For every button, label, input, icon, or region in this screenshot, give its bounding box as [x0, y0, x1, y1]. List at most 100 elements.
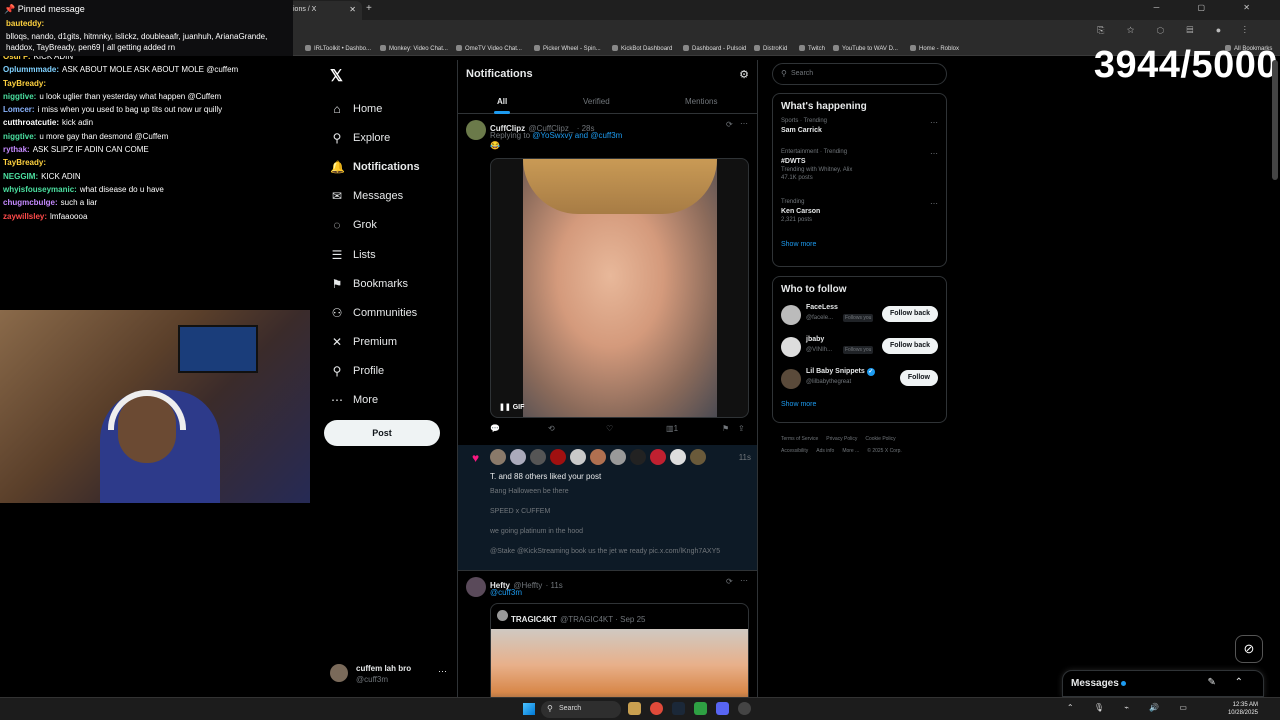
steam-icon[interactable] [672, 702, 685, 715]
avatar[interactable] [466, 577, 486, 597]
bookmark-item[interactable]: IRLToolkit • Dashbo... [305, 45, 371, 52]
avatar[interactable] [610, 449, 626, 465]
bookmark-item[interactable]: Twitch [799, 45, 825, 52]
nav-item-communities[interactable]: ⚇ Communities [330, 298, 420, 327]
grok-icon[interactable]: ⊘ [1235, 635, 1263, 663]
bookmark-item[interactable]: Dashboard - Pulsoid [683, 45, 746, 52]
nav-item-grok[interactable]: ◌ Grok [330, 211, 420, 240]
page-scrollbar[interactable] [1272, 60, 1278, 180]
toolbar-icons[interactable]: ⎘ ☆ ⬡ ▤ ● ⋮ [1097, 25, 1256, 36]
suggestion-name[interactable]: FaceLess [806, 304, 838, 311]
repost-icon[interactable]: ⟳ [726, 120, 733, 129]
tab-all[interactable]: All [497, 97, 507, 106]
system-tray[interactable]: ⌃ 🎙 ⌁ 🔊 ▭ [1067, 703, 1196, 712]
tab-verified[interactable]: Verified [583, 97, 610, 106]
gif-controls[interactable]: ❚❚ GIF [499, 403, 524, 411]
chat-username[interactable]: cutthroatcutie: [3, 118, 59, 127]
messages-drawer[interactable]: Messages ✎ ⌃ [1062, 670, 1264, 697]
x-logo-icon[interactable]: 𝕏 [330, 66, 343, 86]
retweet-icon[interactable]: ⟲ [548, 424, 555, 433]
avatar[interactable] [490, 449, 506, 465]
avatar[interactable] [530, 449, 546, 465]
chat-username[interactable]: niggtive: [3, 132, 36, 141]
bookmark-item[interactable]: Picker Wheel - Spin... [534, 45, 601, 52]
search-input[interactable]: ⚲ Search [772, 63, 947, 85]
app-icon[interactable] [694, 702, 707, 715]
more-dots-icon[interactable]: ⋯ [438, 666, 447, 677]
suggestion-name[interactable]: Lil Baby Snippets ✓ [806, 368, 875, 376]
notification-tweet[interactable]: CuffClipz @CuffClipz_ · 28s ⟳ ⋯ Replying… [458, 114, 757, 502]
chat-username[interactable]: chugmcbulge: [3, 198, 58, 207]
avatar[interactable] [570, 449, 586, 465]
footer-link[interactable]: Privacy Policy [826, 436, 857, 442]
share-icon[interactable]: ⇪ [738, 424, 745, 433]
footer-link[interactable]: Terms of Service [781, 436, 818, 442]
nav-item-messages[interactable]: ✉ Messages [330, 182, 420, 211]
follow-button[interactable]: Follow [899, 370, 938, 386]
nav-item-more[interactable]: ⋯ More [330, 386, 420, 415]
like-icon[interactable]: ♡ [606, 424, 613, 433]
trend-item[interactable]: Entertainment · Trending #DWTS Trending … [773, 149, 946, 199]
chat-username[interactable]: TayBready: [3, 158, 46, 167]
follow-back-button[interactable]: Follow back [881, 338, 938, 354]
footer-link[interactable]: Ads info [816, 448, 834, 454]
windows-start-icon[interactable] [523, 703, 535, 715]
taskbar-search[interactable]: ⚲ Search [541, 701, 621, 718]
more-dots-icon[interactable]: ⋯ [930, 149, 938, 158]
nav-item-notifications[interactable]: 🔔 Notifications [330, 152, 420, 181]
bookmark-item[interactable]: YouTube to WAV D... [833, 45, 898, 52]
bookmark-item[interactable]: DistroKid [754, 45, 787, 52]
avatar[interactable] [590, 449, 606, 465]
bookmark-item[interactable]: Monkey: Video Chat... [380, 45, 448, 52]
tab-mentions[interactable]: Mentions [685, 97, 717, 106]
trend-item[interactable]: Trending Ken Carson 2,321 posts ⋯ [773, 199, 946, 237]
trend-item[interactable]: Sports · Trending Sam Carrick ⋯ [773, 118, 946, 149]
nav-item-profile[interactable]: ⚲ Profile [330, 357, 420, 386]
follow-back-button[interactable]: Follow back [881, 306, 938, 322]
nav-item-explore[interactable]: ⚲ Explore [330, 123, 420, 152]
new-tab-icon[interactable]: + [366, 3, 372, 14]
notification-tweet[interactable]: Hefty @Heffty · 11s ⟳ ⋯ @cuff3m TRAGIC4K… [458, 571, 757, 700]
gear-icon[interactable]: ⚙ [739, 68, 749, 81]
footer-link[interactable]: More ... [842, 448, 859, 454]
nav-item-premium[interactable]: ✕ Premium [330, 328, 420, 357]
avatar[interactable] [650, 449, 666, 465]
avatar[interactable] [510, 449, 526, 465]
views-icon[interactable]: ▥ 1 [666, 424, 678, 433]
chat-username[interactable]: zaywillsley: [3, 212, 47, 221]
avatar[interactable] [550, 449, 566, 465]
chat-username[interactable]: niggtive: [3, 92, 36, 101]
quoted-tweet[interactable]: TRAGIC4KT @TRAGIC4KT · Sep 25 [490, 603, 749, 700]
avatar[interactable] [690, 449, 706, 465]
more-dots-icon[interactable]: ⋯ [740, 119, 748, 128]
post-button[interactable]: Post [324, 420, 440, 446]
chat-username[interactable]: Lomcer: [3, 105, 35, 114]
bookmark-item[interactable]: Home - Roblox [910, 45, 959, 52]
mention-link[interactable]: @cuff3m [490, 588, 522, 597]
follow-suggestion[interactable]: jbaby @VINIh... Follows you Follow back [773, 333, 946, 365]
nav-item-bookmarks[interactable]: ⚑ Bookmarks [330, 269, 420, 298]
avatar[interactable] [630, 449, 646, 465]
more-dots-icon[interactable]: ⋯ [740, 576, 748, 585]
nav-item-home[interactable]: ⌂ Home [330, 94, 420, 123]
nav-item-lists[interactable]: ☰ Lists [330, 240, 420, 269]
avatar[interactable] [670, 449, 686, 465]
chat-username[interactable]: TayBready: [3, 79, 46, 88]
chat-username[interactable]: Oplummmade: [3, 65, 59, 74]
close-tab-icon[interactable]: ✕ [349, 5, 356, 14]
chrome-icon[interactable] [650, 702, 663, 715]
footer-link[interactable]: Accessibility [781, 448, 808, 454]
avatar[interactable] [466, 120, 486, 140]
compose-icon[interactable]: ✎ ⌃ [1207, 677, 1251, 688]
chat-username[interactable]: rythak: [3, 145, 30, 154]
tweet-gif[interactable]: ❚❚ GIF [490, 158, 749, 418]
show-more-link[interactable]: Show more [773, 397, 946, 416]
footer-link[interactable]: Cookie Policy [865, 436, 895, 442]
suggestion-name[interactable]: jbaby [806, 336, 824, 343]
avatar[interactable] [781, 337, 801, 357]
reply-icon[interactable]: 💬 [490, 424, 500, 433]
repost-icon[interactable]: ⟳ [726, 577, 733, 586]
browser-tab-active[interactable]: ions / X ✕ [287, 1, 362, 20]
bookmark-item[interactable]: KickBot Dashboard [612, 45, 672, 52]
show-more-link[interactable]: Show more [773, 237, 946, 256]
